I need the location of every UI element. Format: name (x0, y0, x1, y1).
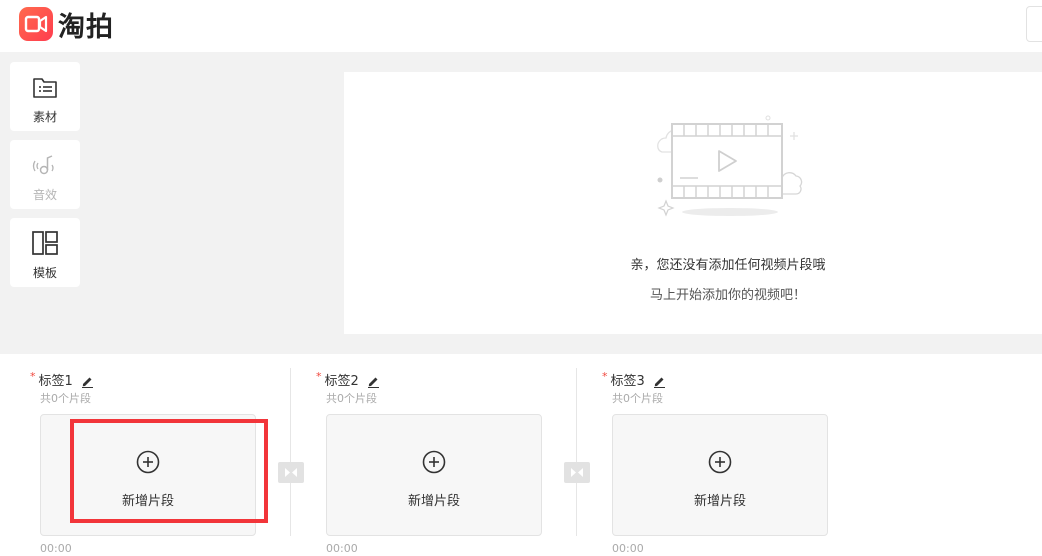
add-clip-card-3[interactable]: 新增片段 (612, 414, 828, 536)
add-circle-icon (422, 450, 446, 474)
add-clip-label: 新增片段 (693, 494, 746, 509)
clip-duration: 00:00 (40, 542, 72, 555)
required-mark: * (30, 370, 36, 383)
clip-label: 标签3 (610, 374, 645, 389)
clip-duration: 00:00 (326, 542, 358, 555)
tool-label-sound: 音效 (32, 188, 57, 202)
tool-sound[interactable]: 音效 (10, 140, 80, 209)
workspace: 素材 音效 模板 亲，您还没有添加任何视频片段哦 马上开始添加你的视频吧！ (0, 52, 1042, 354)
film-strip-play-icon (657, 115, 803, 217)
edit-pencil-icon[interactable] (81, 375, 94, 388)
material-folder-icon (33, 78, 57, 98)
clip-count: 共0个片段 (612, 392, 663, 405)
tool-label-material: 素材 (32, 110, 57, 124)
template-layout-icon (32, 231, 58, 255)
tool-label-template: 模板 (32, 266, 57, 280)
clip-divider (290, 368, 291, 536)
clip-label: 标签2 (324, 374, 359, 389)
edit-pencil-icon[interactable] (367, 375, 380, 388)
add-clip-card-2[interactable]: 新增片段 (326, 414, 542, 536)
tool-template[interactable]: 模板 (10, 218, 80, 287)
clip-count: 共0个片段 (326, 392, 377, 405)
transition-button-1[interactable] (278, 462, 304, 483)
empty-state-subtitle: 马上开始添加你的视频吧！ (649, 288, 806, 303)
highlight-box (70, 419, 268, 523)
clip-group-2: * 标签2 共0个片段 新增片段 00:00 (316, 370, 546, 556)
app-header: 淘拍 (0, 0, 1042, 52)
clip-label: 标签1 (38, 374, 73, 389)
transition-icon (285, 468, 297, 477)
clip-divider (576, 368, 577, 536)
header-action-box[interactable] (1026, 6, 1042, 42)
clip-count: 共0个片段 (40, 392, 91, 405)
add-circle-icon (708, 450, 732, 474)
clip-title-row: * 标签2 (316, 370, 380, 390)
clip-duration: 00:00 (612, 542, 644, 555)
add-clip-label: 新增片段 (407, 494, 460, 509)
edit-pencil-icon[interactable] (653, 375, 666, 388)
app-logo-icon (19, 7, 53, 41)
music-note-icon (32, 155, 54, 175)
video-preview-area: 亲，您还没有添加任何视频片段哦 马上开始添加你的视频吧！ (344, 72, 1042, 334)
required-mark: * (602, 370, 608, 383)
clip-title-row: * 标签3 (602, 370, 666, 390)
clip-group-3: * 标签3 共0个片段 新增片段 00:00 (602, 370, 832, 556)
app-name: 淘拍 (58, 12, 114, 43)
tool-material[interactable]: 素材 (10, 62, 80, 131)
transition-icon (571, 468, 583, 477)
required-mark: * (316, 370, 322, 383)
clip-title-row: * 标签1 (30, 370, 94, 390)
empty-state-title: 亲，您还没有添加任何视频片段哦 (630, 258, 826, 273)
transition-button-2[interactable] (564, 462, 590, 483)
